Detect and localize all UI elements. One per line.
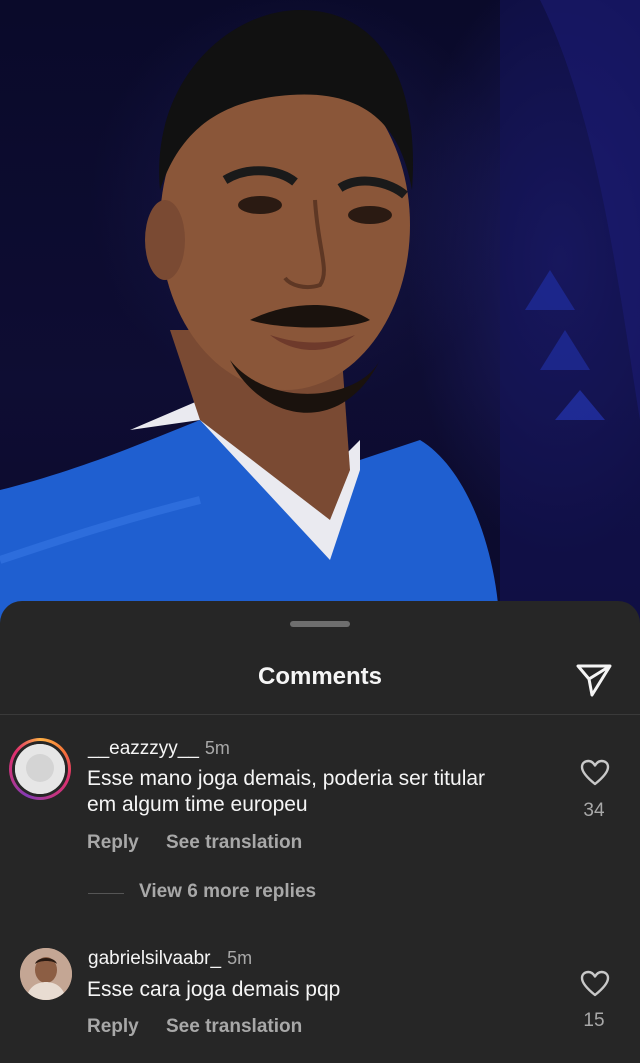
comment-text: Esse cara joga demais pqp	[87, 977, 557, 1003]
replies-divider	[88, 893, 124, 894]
send-icon[interactable]	[574, 659, 614, 699]
heart-icon[interactable]	[580, 758, 610, 788]
like-count: 34	[583, 800, 605, 821]
player-portrait	[0, 0, 640, 640]
comment-text-line: em algum time europeu	[87, 793, 308, 816]
comment-time: 5m	[204, 738, 230, 758]
sheet-title: Comments	[257, 663, 383, 690]
heart-icon[interactable]	[580, 969, 610, 999]
comment-username[interactable]: gabrielsilvaabr_	[88, 948, 221, 969]
comment-time: 5m	[227, 948, 253, 968]
avatar[interactable]	[20, 948, 72, 1000]
reply-button[interactable]: Reply	[87, 1016, 139, 1038]
view-more-replies-button[interactable]: View 6 more replies	[139, 881, 316, 903]
like-count: 15	[583, 1010, 605, 1031]
comments-sheet: Comments __eazzzyy__ 5m Esse mano joga de…	[0, 601, 640, 1063]
avatar[interactable]	[9, 738, 71, 800]
comment-text: Esse mano joga demais, poderia ser titul…	[87, 766, 557, 818]
user-photo	[20, 948, 72, 1000]
see-translation-button[interactable]: See translation	[166, 832, 302, 854]
post-photo	[0, 0, 640, 640]
sheet-divider	[0, 714, 640, 715]
see-translation-button[interactable]: See translation	[166, 1016, 302, 1038]
default-avatar-icon	[15, 744, 65, 794]
comment-text-line: Esse mano joga demais, poderia ser titul…	[87, 767, 486, 790]
reply-button[interactable]: Reply	[87, 832, 139, 854]
comment-text-line: Esse cara joga demais pqp	[87, 978, 341, 1001]
comment-username[interactable]: __eazzzyy__	[88, 738, 199, 759]
sheet-drag-handle[interactable]	[290, 621, 350, 627]
